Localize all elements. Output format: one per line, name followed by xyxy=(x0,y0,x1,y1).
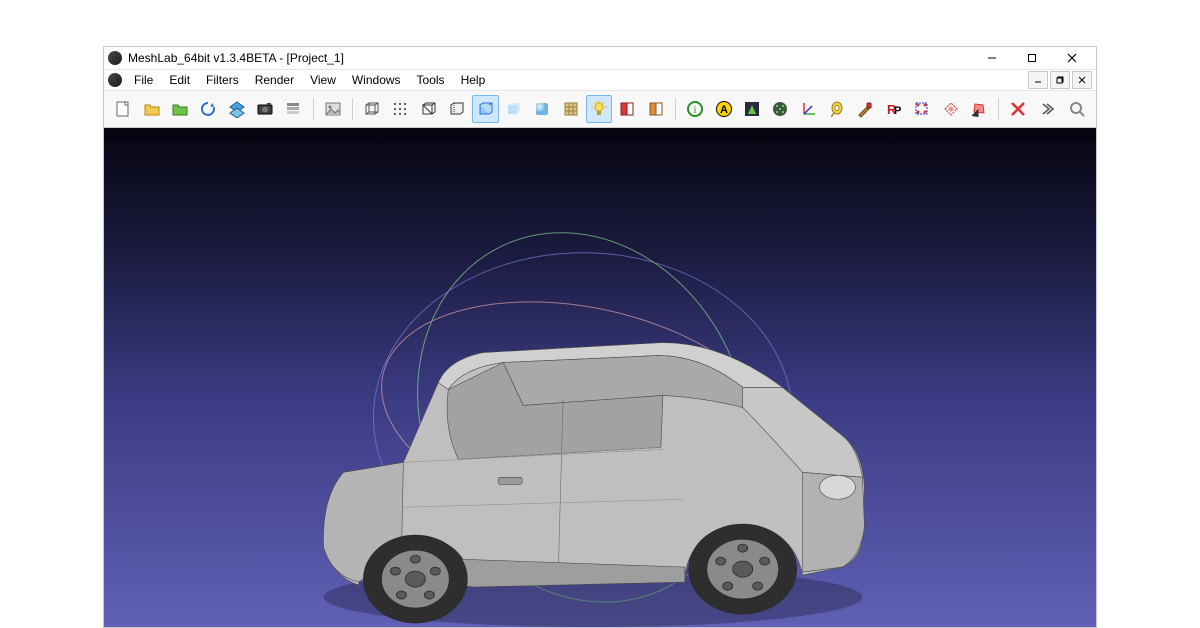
hidden-lines-icon[interactable] xyxy=(444,95,470,123)
menu-view[interactable]: View xyxy=(302,71,344,89)
flat-lines-icon[interactable] xyxy=(472,95,498,123)
points-icon[interactable] xyxy=(387,95,413,123)
about-icon[interactable]: A xyxy=(710,95,736,123)
retopology-icon[interactable]: RP xyxy=(881,95,907,123)
menu-help[interactable]: Help xyxy=(453,71,494,89)
open-project-icon[interactable] xyxy=(167,95,193,123)
svg-text:A: A xyxy=(720,104,728,116)
maximize-button[interactable] xyxy=(1012,47,1052,69)
window-controls xyxy=(972,47,1092,69)
info-icon[interactable]: i xyxy=(682,95,708,123)
menu-render[interactable]: Render xyxy=(247,71,302,89)
menu-file[interactable]: File xyxy=(126,71,161,89)
smooth-icon[interactable] xyxy=(529,95,555,123)
face-normal-icon[interactable] xyxy=(739,95,765,123)
app-logo-icon xyxy=(108,51,122,65)
measuring-icon[interactable] xyxy=(824,95,850,123)
toolbar-separator xyxy=(352,98,353,120)
app-window: MeshLab_64bit v1.3.4BETA - [Project_1] F… xyxy=(103,46,1097,628)
svg-text:P: P xyxy=(894,105,901,117)
vertex-normal-icon[interactable] xyxy=(767,95,793,123)
select-faces-icon[interactable] xyxy=(937,95,963,123)
mdi-minimize-button[interactable] xyxy=(1028,71,1048,89)
open-file-icon[interactable] xyxy=(138,95,164,123)
flat-icon[interactable] xyxy=(501,95,527,123)
model-car xyxy=(104,128,1096,627)
window-title: MeshLab_64bit v1.3.4BETA - [Project_1] xyxy=(128,51,972,65)
select-vertices-icon[interactable] xyxy=(909,95,935,123)
viewport-3d[interactable] xyxy=(104,128,1096,627)
new-file-icon[interactable] xyxy=(110,95,136,123)
delete-selection-icon[interactable] xyxy=(1005,95,1031,123)
toolbar-separator xyxy=(675,98,676,120)
raster-icon[interactable] xyxy=(320,95,346,123)
toolbar-separator xyxy=(313,98,314,120)
backface-icon[interactable] xyxy=(614,95,640,123)
camera-icon[interactable] xyxy=(252,95,278,123)
search-icon[interactable] xyxy=(1064,95,1090,123)
double-side-icon[interactable] xyxy=(643,95,669,123)
texture-icon[interactable] xyxy=(558,95,584,123)
layer-dialog-icon[interactable] xyxy=(280,95,306,123)
paint-icon[interactable] xyxy=(852,95,878,123)
expand-icon[interactable] xyxy=(1033,95,1059,123)
light-icon[interactable] xyxy=(586,95,612,123)
menu-tools[interactable]: Tools xyxy=(409,71,453,89)
menu-bar: File Edit Filters Render View Windows To… xyxy=(104,70,1096,91)
mdi-app-icon[interactable] xyxy=(108,73,122,87)
toolbar: i A RP xyxy=(104,91,1096,128)
save-snapshot-icon[interactable] xyxy=(224,95,250,123)
minimize-button[interactable] xyxy=(972,47,1012,69)
reload-icon[interactable] xyxy=(195,95,221,123)
svg-text:i: i xyxy=(694,105,697,116)
bounding-box-icon[interactable] xyxy=(359,95,385,123)
menu-filters[interactable]: Filters xyxy=(198,71,247,89)
select-connected-icon[interactable] xyxy=(966,95,992,123)
mdi-close-button[interactable] xyxy=(1072,71,1092,89)
title-bar: MeshLab_64bit v1.3.4BETA - [Project_1] xyxy=(104,47,1096,70)
menu-windows[interactable]: Windows xyxy=(344,71,409,89)
toolbar-separator xyxy=(998,98,999,120)
axis-icon[interactable] xyxy=(795,95,821,123)
wireframe-icon[interactable] xyxy=(416,95,442,123)
close-button[interactable] xyxy=(1052,47,1092,69)
menu-edit[interactable]: Edit xyxy=(161,71,198,89)
mdi-restore-button[interactable] xyxy=(1050,71,1070,89)
